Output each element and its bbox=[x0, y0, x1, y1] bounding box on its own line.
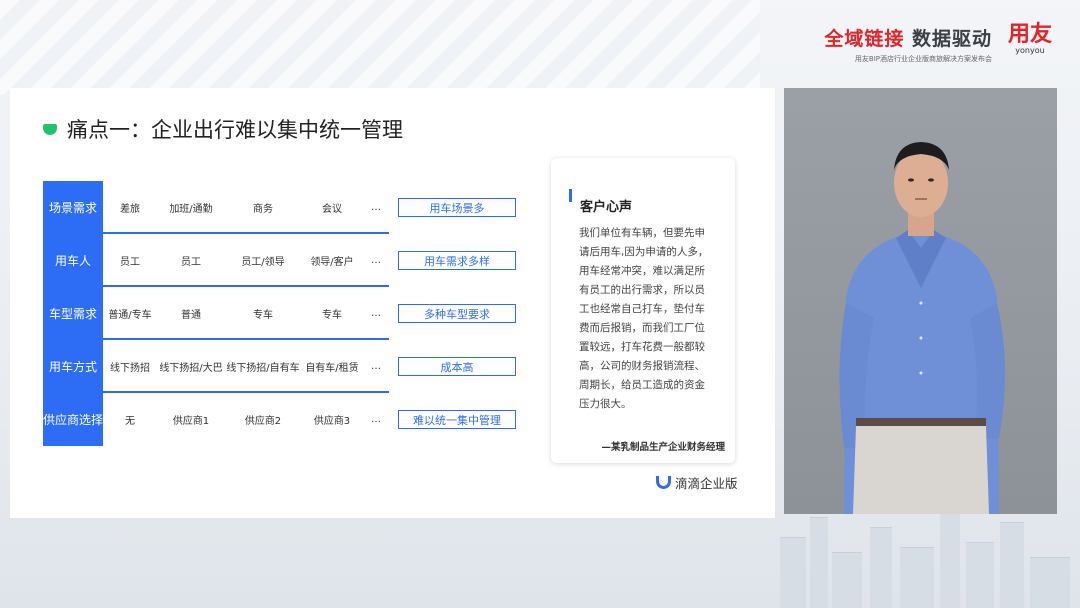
didi-icon bbox=[656, 476, 671, 489]
table-row: 用车人 员工 员工 员工/领导 领导/客户 … 用车需求多样 bbox=[43, 234, 523, 287]
table-cell: 员工 bbox=[181, 257, 201, 268]
presenter-video bbox=[784, 88, 1057, 514]
table-cell: … bbox=[371, 308, 381, 319]
tagline-part1: 全域链接 bbox=[824, 28, 905, 50]
title-marker-icon bbox=[43, 123, 57, 135]
table-row: 场景需求 差旅 加班/通勤 商务 会议 … 用车场景多 bbox=[43, 181, 523, 234]
voice-body: 我们单位有车辆，但要先申请后用车,因为申请的人多，用车经常冲突，难以满足所有员工… bbox=[579, 227, 709, 410]
brand-name-cn: 用友 bbox=[1007, 22, 1052, 47]
row-result: 用车需求多样 bbox=[398, 251, 516, 270]
slide-title: 痛点一：企业出行难以集中统一管理 bbox=[67, 118, 403, 142]
brand-name-en: yonyou bbox=[1015, 46, 1045, 55]
table-cell: 线下扬招 bbox=[110, 363, 150, 374]
table-cell: 普通 bbox=[181, 310, 201, 321]
table-cell: 会议 bbox=[322, 204, 342, 215]
table-cell: 员工 bbox=[120, 257, 140, 268]
table-row: 供应商选择 无 供应商1 供应商2 供应商3 … 难以统一集中管理 bbox=[43, 393, 523, 446]
table-cell: 供应商2 bbox=[244, 416, 282, 427]
presenter-figure bbox=[839, 142, 1006, 514]
tagline-part2: 数据驱动 bbox=[911, 28, 992, 50]
row-result: 用车场景多 bbox=[398, 198, 516, 217]
row-category: 供应商选择 bbox=[43, 393, 103, 446]
table-cell: 员工/领导 bbox=[241, 257, 285, 268]
row-category: 车型需求 bbox=[43, 287, 103, 340]
row-result: 难以统一集中管理 bbox=[398, 410, 516, 429]
row-category: 用车人 bbox=[43, 234, 103, 287]
yonyou-logo: 用友 yonyou bbox=[1007, 22, 1052, 56]
voice-accent-bar bbox=[569, 189, 572, 202]
table-cell: 线下扬招/大巴 bbox=[159, 363, 223, 374]
city-skyline bbox=[760, 508, 1080, 608]
table-cell: … bbox=[371, 361, 381, 372]
table-row: 车型需求 普通/专车 普通 专车 专车 … 多种车型要求 bbox=[43, 287, 523, 340]
row-result: 多种车型要求 bbox=[398, 304, 516, 323]
header: 全域链接 数据驱动 用友BIP酒店行业企业版商旅解决方案发布会 用友 yonyo… bbox=[824, 24, 1052, 64]
table-cell: 普通/专车 bbox=[108, 310, 152, 321]
table-cell: 无 bbox=[125, 416, 135, 427]
table-cell: 商务 bbox=[253, 204, 273, 215]
table-cell: 差旅 bbox=[120, 204, 140, 215]
row-category: 场景需求 bbox=[43, 181, 103, 234]
row-result: 成本高 bbox=[398, 357, 516, 376]
background-stripes bbox=[0, 0, 760, 95]
table-cell: 自有车/租赁 bbox=[305, 363, 359, 374]
table-cell: 线下扬招/自有车 bbox=[226, 363, 300, 374]
voice-title: 客户心声 bbox=[580, 200, 633, 215]
row-category: 用车方式 bbox=[43, 340, 103, 393]
table-cell: … bbox=[371, 255, 381, 266]
presentation-slide: 痛点一：企业出行难以集中统一管理 场景需求 差旅 加班/通勤 商务 会议 … 用… bbox=[10, 88, 775, 518]
table-row: 用车方式 线下扬招 线下扬招/大巴 线下扬招/自有车 自有车/租赁 … 成本高 bbox=[43, 340, 523, 393]
didi-enterprise-logo: 滴滴企业版 bbox=[656, 473, 738, 492]
tagline: 全域链接 数据驱动 bbox=[824, 24, 992, 51]
table-cell: … bbox=[371, 414, 381, 425]
table-cell: 加班/通勤 bbox=[169, 204, 213, 215]
table-cell: 供应商1 bbox=[172, 416, 210, 427]
voice-signature: —某乳制品生产企业财务经理 bbox=[601, 442, 725, 453]
tagline-block: 全域链接 数据驱动 用友BIP酒店行业企业版商旅解决方案发布会 bbox=[824, 24, 992, 64]
table-cell: 领导/客户 bbox=[310, 257, 354, 268]
table-cell: … bbox=[371, 202, 381, 213]
customer-voice-card: 客户心声 我们单位有车辆，但要先申请后用车,因为申请的人多，用车经常冲突，难以满… bbox=[551, 158, 735, 463]
table-cell: 专车 bbox=[253, 310, 273, 321]
table-cell: 专车 bbox=[322, 310, 342, 321]
event-subtitle: 用友BIP酒店行业企业版商旅解决方案发布会 bbox=[854, 55, 992, 63]
table-cell: 供应商3 bbox=[313, 416, 351, 427]
slide-title-row: 痛点一：企业出行难以集中统一管理 bbox=[43, 114, 403, 144]
didi-logo-label: 滴滴企业版 bbox=[675, 476, 738, 491]
